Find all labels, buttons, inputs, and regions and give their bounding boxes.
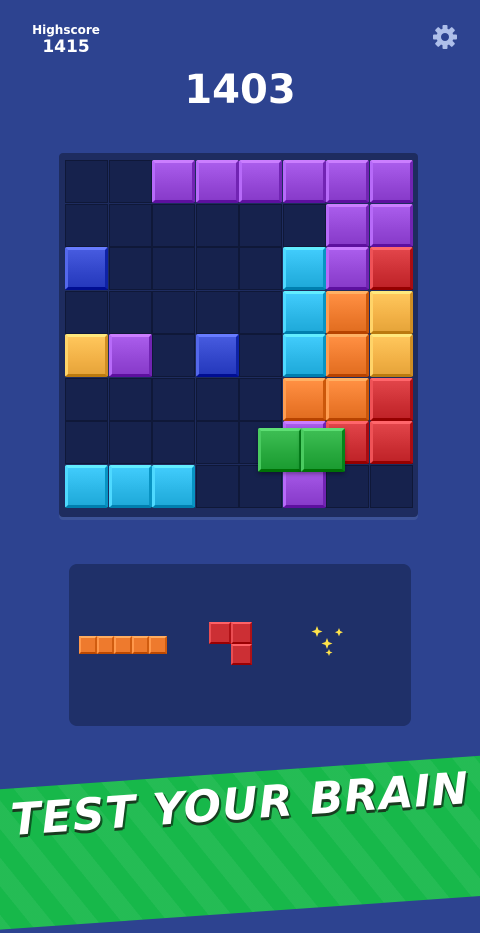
board-cell[interactable] bbox=[152, 203, 195, 247]
sparkle-icon bbox=[309, 622, 349, 662]
placed-block bbox=[239, 160, 282, 203]
board-cell[interactable] bbox=[108, 377, 152, 421]
placed-block bbox=[326, 203, 369, 247]
tray-block bbox=[131, 636, 149, 654]
orange-line-piece[interactable] bbox=[79, 636, 169, 656]
board-cell[interactable] bbox=[195, 377, 239, 421]
gear-icon[interactable] bbox=[431, 23, 459, 51]
placed-block bbox=[152, 464, 195, 508]
tray-block bbox=[230, 643, 252, 665]
placed-block bbox=[152, 160, 195, 203]
board-cell[interactable] bbox=[239, 247, 282, 290]
board-cell[interactable] bbox=[65, 421, 108, 464]
board-cell[interactable] bbox=[152, 421, 195, 464]
highscore-panel: Highscore 1415 bbox=[30, 24, 102, 56]
current-score: 1403 bbox=[184, 67, 296, 113]
board-cell[interactable] bbox=[239, 377, 282, 421]
placed-block bbox=[282, 334, 326, 377]
placed-block bbox=[369, 160, 413, 203]
dragging-piece-block[interactable] bbox=[301, 428, 345, 472]
board-cell[interactable] bbox=[108, 290, 152, 334]
board-cell[interactable] bbox=[239, 290, 282, 334]
placed-block bbox=[282, 377, 326, 421]
tray-block bbox=[96, 636, 114, 654]
placed-block bbox=[282, 160, 326, 203]
placed-block bbox=[195, 334, 239, 377]
placed-block bbox=[369, 377, 413, 421]
board-cell[interactable] bbox=[282, 203, 326, 247]
board-cell[interactable] bbox=[195, 290, 239, 334]
board-cell[interactable] bbox=[108, 247, 152, 290]
placed-block bbox=[326, 377, 369, 421]
placed-block bbox=[369, 247, 413, 290]
board-cell[interactable] bbox=[239, 203, 282, 247]
placed-block bbox=[108, 464, 152, 508]
piece-tray bbox=[69, 564, 411, 726]
placed-block bbox=[65, 464, 108, 508]
board-cell[interactable] bbox=[65, 377, 108, 421]
board-cell[interactable] bbox=[108, 421, 152, 464]
tray-block bbox=[149, 636, 167, 654]
board-cell[interactable] bbox=[152, 290, 195, 334]
placed-block bbox=[326, 160, 369, 203]
placed-block bbox=[326, 334, 369, 377]
board-cell[interactable] bbox=[108, 160, 152, 203]
placed-block bbox=[369, 203, 413, 247]
placed-block bbox=[326, 247, 369, 290]
placed-block bbox=[326, 290, 369, 334]
red-s-piece[interactable] bbox=[209, 622, 255, 668]
dragging-piece-block[interactable] bbox=[257, 428, 302, 472]
tray-block bbox=[114, 636, 132, 654]
highscore-value: 1415 bbox=[42, 37, 90, 57]
board-cell[interactable] bbox=[152, 247, 195, 290]
board-cell[interactable] bbox=[65, 160, 108, 203]
placed-block bbox=[65, 247, 108, 290]
placed-block bbox=[195, 160, 239, 203]
highscore-label: Highscore bbox=[32, 23, 100, 37]
board-cell[interactable] bbox=[152, 377, 195, 421]
board-cell[interactable] bbox=[65, 203, 108, 247]
tray-block bbox=[79, 636, 97, 654]
placed-block bbox=[108, 334, 152, 377]
board-cell[interactable] bbox=[108, 203, 152, 247]
board-cell[interactable] bbox=[195, 247, 239, 290]
board-cell[interactable] bbox=[239, 334, 282, 377]
board-cell[interactable] bbox=[369, 464, 413, 508]
board-grid[interactable] bbox=[65, 160, 413, 508]
board-cell[interactable] bbox=[65, 290, 108, 334]
tray-block bbox=[209, 622, 231, 644]
board-cell[interactable] bbox=[195, 464, 239, 508]
placed-block bbox=[369, 421, 413, 464]
placed-block bbox=[65, 334, 108, 377]
placed-block bbox=[369, 334, 413, 377]
placed-block bbox=[369, 290, 413, 334]
tray-block bbox=[230, 622, 252, 644]
board-cell[interactable] bbox=[152, 334, 195, 377]
board-cell[interactable] bbox=[195, 203, 239, 247]
board-cell[interactable] bbox=[195, 421, 239, 464]
game-board[interactable] bbox=[59, 153, 418, 517]
placed-block bbox=[282, 247, 326, 290]
placed-block bbox=[282, 290, 326, 334]
